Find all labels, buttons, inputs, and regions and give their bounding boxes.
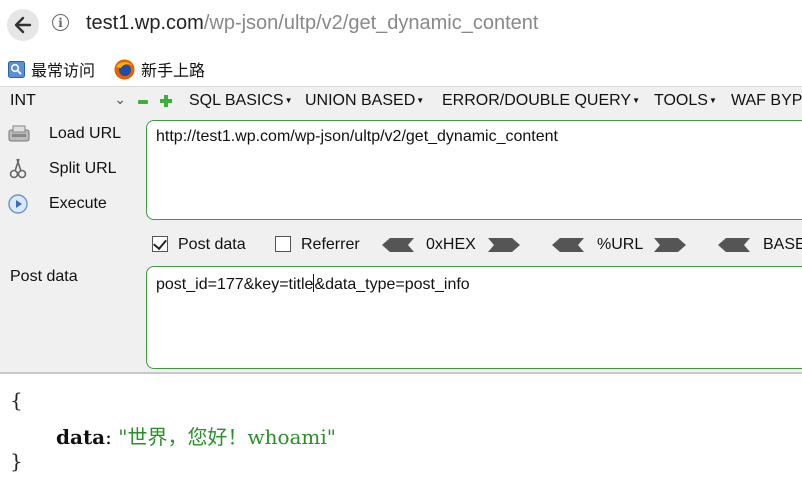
menu-label: TOOLS xyxy=(654,92,708,109)
url-path: /wp-json/ultp/v2/get_dynamic_content xyxy=(203,12,539,34)
response-line: data: "世界，您好！whoami" xyxy=(56,421,336,450)
execute-button[interactable]: Execute xyxy=(7,193,107,215)
firefox-icon xyxy=(114,59,135,79)
dropdown-triangle-icon: ▼ xyxy=(632,96,640,105)
execute-label: Execute xyxy=(49,195,107,212)
info-icon[interactable]: i xyxy=(52,14,69,31)
plus-icon[interactable] xyxy=(160,95,172,107)
bookmark-label: 新手上路 xyxy=(141,63,206,80)
url-decode-arrow-icon[interactable] xyxy=(552,238,584,252)
dropdown-triangle-icon: ▼ xyxy=(416,96,425,105)
panel-divider[interactable] xyxy=(0,372,802,374)
load-url-label: Load URL xyxy=(49,125,122,142)
split-url-button[interactable]: Split URL xyxy=(7,158,117,180)
menu-label: UNION BASED xyxy=(305,92,416,109)
post-data-checkbox[interactable] xyxy=(152,235,168,252)
hex-label: 0xHEX xyxy=(426,236,476,253)
hex-decode-arrow-icon[interactable] xyxy=(382,238,414,252)
post-data-value-part2: &data_type=post_info xyxy=(314,276,470,293)
referrer-checkbox[interactable] xyxy=(275,236,291,252)
response-value: "世界，您好！whoami" xyxy=(118,425,336,449)
load-url-icon xyxy=(8,125,30,142)
back-arrow-icon xyxy=(14,16,32,34)
hackbar-toolbar: INT ⌄ SQL BASICS▼ UNION BASED▼ ERROR/DOU… xyxy=(0,86,802,117)
hackbar-panel: Load URL Split URL Execute http://test1.… xyxy=(0,116,802,372)
menu-sql-basics[interactable]: SQL BASICS▼ xyxy=(189,92,292,110)
menu-error-double-query[interactable]: ERROR/DOUBLE QUERY▼ xyxy=(442,92,640,110)
post-data-textarea[interactable]: post_id=177&key=title&data_type=post_inf… xyxy=(146,266,802,369)
bookmark-getting-started[interactable]: 新手上路 xyxy=(114,57,205,81)
menu-union-based[interactable]: UNION BASED▼ xyxy=(305,92,424,110)
type-select[interactable]: INT ⌄ xyxy=(10,91,126,110)
back-button[interactable] xyxy=(7,9,39,41)
post-data-value-part1: post_id=177&key=title xyxy=(156,276,314,293)
play-icon xyxy=(8,194,28,214)
menu-label: WAF BYP xyxy=(731,92,802,109)
menu-label: ERROR/DOUBLE QUERY xyxy=(442,92,632,109)
dropdown-triangle-icon: ▼ xyxy=(284,96,293,105)
bookmarks-bar: 最常访问 新手上路 xyxy=(0,50,802,86)
load-url-button[interactable]: Load URL xyxy=(7,123,121,145)
post-data-label: Post data xyxy=(10,268,78,285)
chevron-down-icon: ⌄ xyxy=(114,91,126,107)
type-select-value: INT xyxy=(10,92,36,109)
post-data-checkbox-label: Post data xyxy=(178,236,246,253)
menu-tools[interactable]: TOOLS▼ xyxy=(654,92,717,110)
bookmark-folder-icon xyxy=(8,60,25,78)
menu-label: SQL BASICS xyxy=(189,92,284,109)
base-label: BASE xyxy=(763,236,802,253)
base-decode-arrow-icon[interactable] xyxy=(718,238,750,252)
checkmark-icon xyxy=(153,235,167,251)
hex-encode-arrow-icon[interactable] xyxy=(488,238,520,252)
url-field[interactable]: test1.wp.com/wp-json/ultp/v2/get_dynamic… xyxy=(86,12,538,35)
url-textarea-value: http://test1.wp.com/wp-json/ultp/v2/get_… xyxy=(156,128,558,145)
address-bar: i test1.wp.com/wp-json/ultp/v2/get_dynam… xyxy=(0,0,802,50)
response-separator: : xyxy=(105,425,112,449)
minus-icon[interactable] xyxy=(138,100,148,104)
response-body: { data: "世界，您好！whoami" } xyxy=(0,376,802,489)
referrer-checkbox-label: Referrer xyxy=(301,236,360,253)
menu-waf-bypass[interactable]: WAF BYP xyxy=(731,92,802,110)
url-encode-arrow-icon[interactable] xyxy=(654,238,686,252)
url-host: test1.wp.com xyxy=(86,12,204,34)
bookmark-most-visited[interactable]: 最常访问 xyxy=(8,57,95,81)
url-encode-label: %URL xyxy=(597,236,644,253)
open-brace: { xyxy=(10,388,23,412)
response-key: data xyxy=(56,425,106,449)
split-url-label: Split URL xyxy=(49,160,117,177)
scissors-icon xyxy=(9,158,27,179)
dropdown-triangle-icon: ▼ xyxy=(708,96,717,105)
bookmark-label: 最常访问 xyxy=(31,63,96,80)
url-textarea[interactable]: http://test1.wp.com/wp-json/ultp/v2/get_… xyxy=(146,120,802,220)
options-row: Post data Referrer 0xHEX %URL BASE xyxy=(0,234,802,258)
close-brace: } xyxy=(10,449,23,473)
